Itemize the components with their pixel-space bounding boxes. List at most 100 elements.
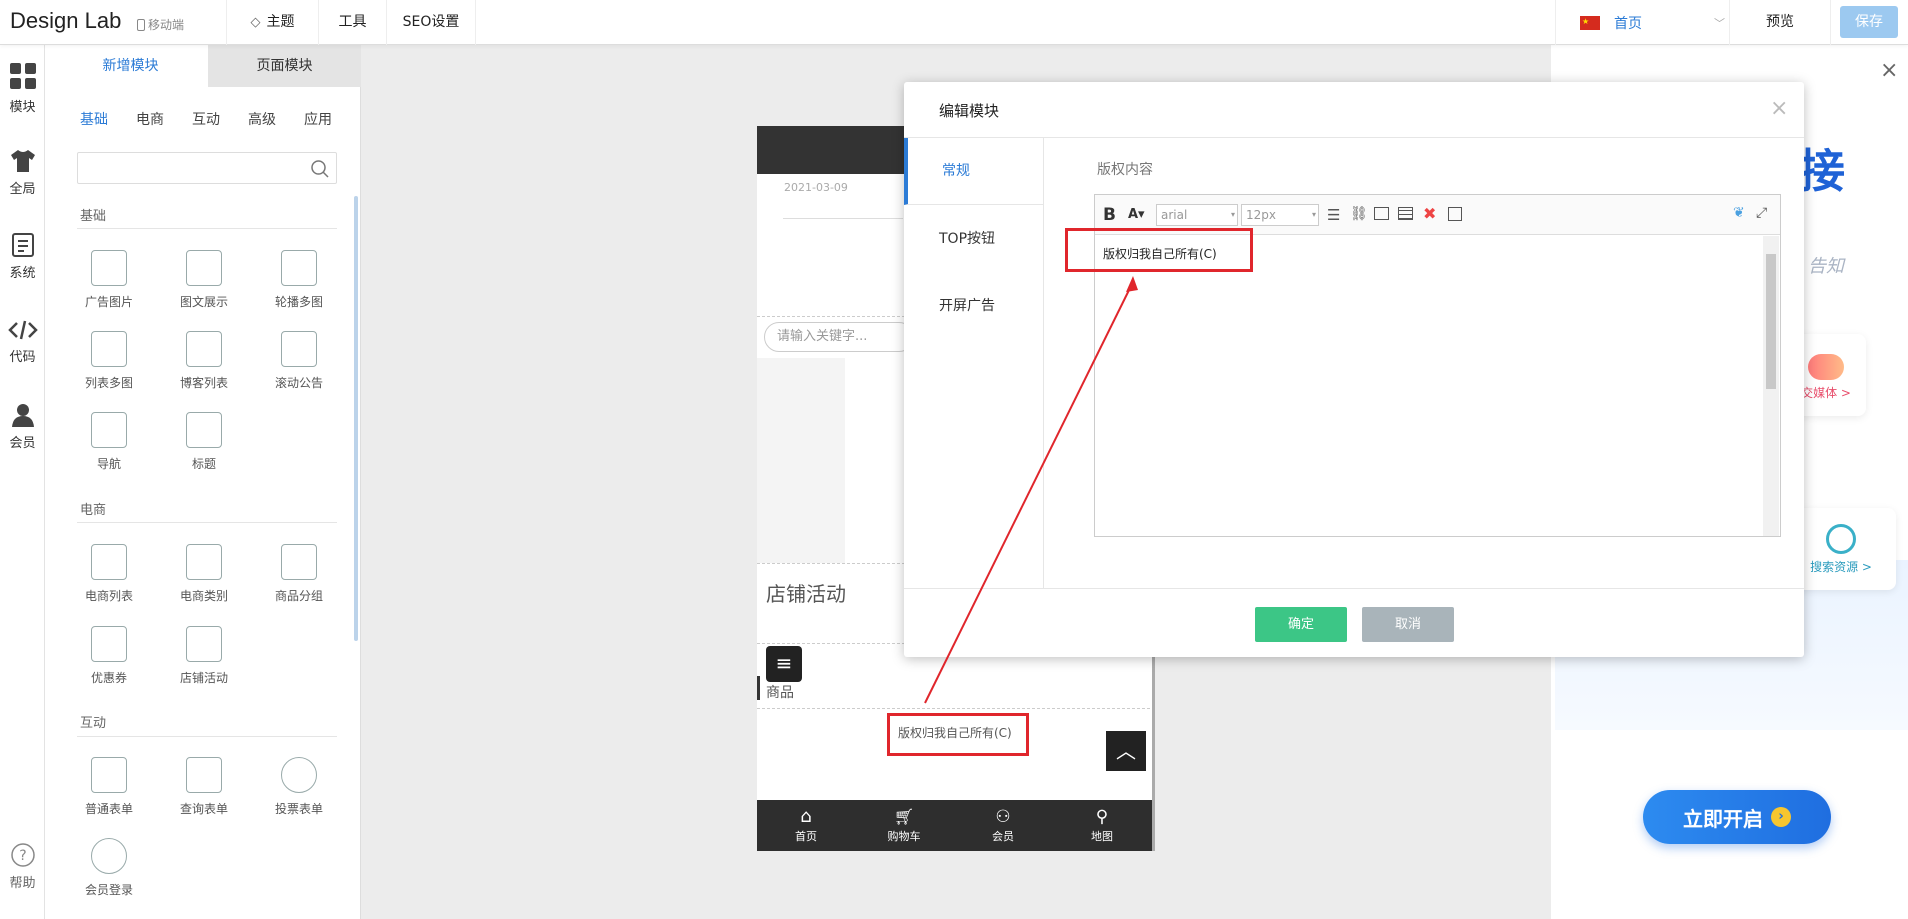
module-ad-image[interactable]: 广告图片 [69,250,149,310]
module-store-activity[interactable]: 店铺活动 [164,626,244,686]
form-icon [91,757,127,793]
gallery-icon [91,331,127,367]
mobile-label: 移动端 [148,18,185,32]
close-icon[interactable]: × [1880,58,1898,83]
font-color-icon[interactable]: A▾ [1128,207,1145,222]
module-text-image[interactable]: 图文展示 [164,250,244,310]
module-label: 投票表单 [274,802,323,816]
module-member-login[interactable]: 会员登录 [69,838,149,898]
scrollbar-thumb[interactable] [1766,254,1776,389]
cancel-button[interactable]: 取消 [1362,607,1454,642]
divider [77,736,337,737]
font-size-select[interactable]: 12px ▾ [1241,204,1319,226]
category-interact[interactable]: 互动 [192,109,220,129]
category-basic[interactable]: 基础 [80,109,108,129]
save-button[interactable]: 保存 [1840,6,1898,38]
module-query-form[interactable]: 查询表单 [164,757,244,817]
font-family-value: arial [1161,208,1188,222]
search-icon [1826,524,1856,554]
fullscreen-icon[interactable]: ⤢ [1756,205,1767,221]
confirm-button[interactable]: 确定 [1255,607,1347,642]
promo-subheading: 告知 [1808,256,1844,277]
category-ecommerce[interactable]: 电商 [136,109,164,129]
page-selector[interactable]: 首页 ﹀ [1555,0,1729,45]
module-label: 图文展示 [179,295,228,309]
media-icon [1808,354,1844,380]
section-ecommerce: 电商 [80,503,107,518]
module-form[interactable]: 普通表单 [69,757,149,817]
phone-search-input[interactable]: 请输入关键字... [764,322,914,352]
tab-add-module[interactable]: 新增模块 [53,45,208,87]
align-icon[interactable]: ☰ [1327,206,1340,224]
link-icon[interactable]: ⛓ [1350,206,1368,222]
check-circle-icon [281,757,317,793]
module-label: 查询表单 [179,802,228,816]
module-search-input[interactable] [77,152,337,184]
editor-scrollbar[interactable] [1763,236,1779,536]
sidebar-item-help[interactable]: ? 帮助 [0,842,45,891]
editor-content[interactable]: 版权归我自己所有(C) [1103,245,1217,262]
module-vote-form[interactable]: 投票表单 [259,757,339,817]
phone-nav-member[interactable]: ⚇ 会员 [976,806,1030,844]
panel-scrollbar[interactable] [354,196,358,641]
clear-format-icon[interactable]: ✖ [1423,204,1436,223]
member-login-icon [91,838,127,874]
insert-image-icon[interactable] [1374,207,1389,220]
sidebar-item-label: 代码 [9,350,36,365]
promo-cta-button[interactable]: 立即开启 › [1643,790,1831,844]
tab-general[interactable]: 常规 [904,138,1044,205]
nav-theme-label: 主题 [266,14,295,30]
dialog-close-icon[interactable]: × [1770,96,1788,121]
category-apps[interactable]: 应用 [304,109,332,129]
sidebar-item-global[interactable]: 全局 [0,148,45,197]
coupon-icon [91,626,127,662]
preview-button[interactable]: 预览 [1729,0,1831,45]
module-ecom-category[interactable]: 电商类别 [164,544,244,604]
map-pin-icon: ⚲ [1095,807,1109,827]
module-ecom-list[interactable]: 电商列表 [69,544,149,604]
user-icon [11,404,34,427]
sidebar-item-code[interactable]: 代码 [0,318,45,365]
sidebar-item-modules[interactable]: 模块 [0,62,45,115]
mobile-switch[interactable]: 移动端 [137,16,184,33]
store-icon [186,626,222,662]
sidebar-item-member[interactable]: 会员 [0,402,45,451]
category-advanced[interactable]: 高级 [248,109,276,129]
module-list-images[interactable]: 列表多图 [69,331,149,391]
tab-splash-ad[interactable]: 开屏广告 [939,295,995,315]
bold-icon[interactable]: B [1103,205,1116,225]
phone-nav-cart[interactable]: 🛒︎ 购物车 [877,806,931,844]
nav-tools[interactable]: 工具 [318,0,386,45]
sidebar-item-system[interactable]: 系统 [0,232,45,281]
phone-nav-map[interactable]: ⚲ 地图 [1075,806,1129,844]
module-title[interactable]: 标题 [164,412,244,472]
module-product-group[interactable]: 商品分组 [259,544,339,604]
table-icon[interactable] [1398,207,1413,220]
module-carousel[interactable]: 轮播多图 [259,250,339,310]
tab-page-module[interactable]: 页面模块 [208,45,361,87]
widget-icon[interactable] [1448,207,1462,221]
module-label: 商品分组 [274,589,323,603]
module-label: 电商列表 [84,589,133,603]
divider [783,218,903,219]
font-family-select[interactable]: arial ▾ [1156,204,1238,226]
divider [904,588,1804,589]
tab-top-button[interactable]: TOP按钮 [939,228,995,248]
document-icon [11,233,34,257]
phone-store-activity: 店铺活动 [766,582,846,606]
module-blog-list[interactable]: 博客列表 [164,331,244,391]
module-label: 广告图片 [84,295,133,309]
back-to-top-button[interactable]: ︿ [1106,731,1146,771]
query-form-icon [186,757,222,793]
nav-seo[interactable]: SEO设置 [386,0,476,45]
bird-icon[interactable]: ❦ [1733,205,1745,221]
nav-theme[interactable]: ◇ 主题 [226,0,318,45]
module-navigation[interactable]: 导航 [69,412,149,472]
phone-nav-label: 会员 [992,830,1014,843]
phone-nav-home[interactable]: ⌂ 首页 [779,806,833,844]
divider [77,228,337,229]
module-coupon[interactable]: 优惠券 [69,626,149,686]
module-scroll-notice[interactable]: 滚动公告 [259,331,339,391]
section-basic: 基础 [80,209,107,224]
hamburger-menu-icon[interactable]: ≡ [766,646,802,682]
